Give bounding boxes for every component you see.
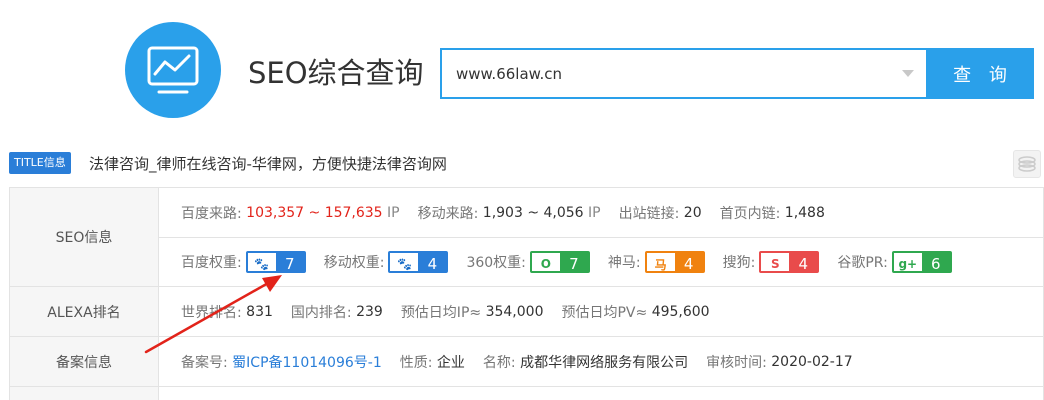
icp-number-link[interactable]: 蜀ICP备11014096号-1 [232,352,382,372]
search-input[interactable] [442,50,932,97]
mobile-weight-badge[interactable]: 🐾 4 [388,251,449,273]
seo-logo-icon [125,22,221,118]
paw-icon: 🐾 [390,253,419,271]
google-pr-badge[interactable]: g+ 6 [891,251,952,273]
daily-pv-value: 495,600 [651,303,710,320]
baidu-weight-badge[interactable]: 🐾 7 [245,251,306,273]
icp-audit-date: 2020-02-17 [771,353,853,370]
shenma-icon: 马 [646,253,675,271]
paw-icon: 🐾 [247,253,276,271]
alexa-label: ALEXA排名 [9,286,159,337]
seo-weights-line: 百度权重: 🐾 7 移动权重: 🐾 4 360权重: O 7 神马: 马 4 搜… [159,237,1043,286]
title-text: 法律咨询_律师在线咨询-华律网，方便快捷法律咨询网 [89,155,447,173]
seo-traffic-line: 百度来路: 103,357 ~ 157,635 IP 移动来路: 1,903 ~… [181,204,825,222]
360-icon: O [531,253,560,271]
copy-icon[interactable] [1013,150,1041,178]
seo-info-table: SEO信息 百度来路: 103,357 ~ 157,635 IP 移动来路: 1… [9,187,1044,400]
mobile-traffic-value: 1,903 ~ 4,056 [482,204,584,221]
icp-nature-value: 企业 [436,354,465,371]
baidu-traffic-value: 103,357 ~ 157,635 [246,204,383,221]
title-info-row: TITLE信息 法律咨询_律师在线咨询-华律网，方便快捷法律咨询网 [9,150,1044,178]
world-rank-value: 831 [246,303,273,320]
title-info-badge: TITLE信息 [9,152,71,174]
seo-row: SEO信息 百度来路: 103,357 ~ 157,635 IP 移动来路: 1… [9,187,1044,287]
page-title: SEO综合查询 [248,56,424,90]
domestic-rank-value: 239 [356,303,383,320]
icp-row: 备案信息 备案号: 蜀ICP备11014096号-1 性质: 企业 名称: 成都… [9,336,1044,387]
search-button[interactable]: 查 询 [926,48,1034,99]
sogou-icon: S [761,253,790,271]
alexa-row: ALEXA排名 世界排名: 831 国内排名: 239 预估日均IP≈ 354,… [9,286,1044,337]
sogou-weight-badge[interactable]: S 4 [759,251,820,273]
google-plus-icon: g+ [893,253,922,271]
icp-label: 备案信息 [9,336,159,387]
outlinks-value: 20 [683,204,702,221]
daily-ip-value: 354,000 [485,303,544,320]
search-box: 查 询 [440,48,1034,99]
shenma-weight-badge[interactable]: 马 4 [644,251,705,273]
inlinks-value: 1,488 [784,204,825,221]
seo-label: SEO信息 [9,187,159,287]
icp-company-name: 成都华律网络服务有限公司 [520,354,689,371]
table-row [9,386,1044,400]
dropdown-caret-icon[interactable] [902,70,914,77]
360-weight-badge[interactable]: O 7 [529,251,590,273]
